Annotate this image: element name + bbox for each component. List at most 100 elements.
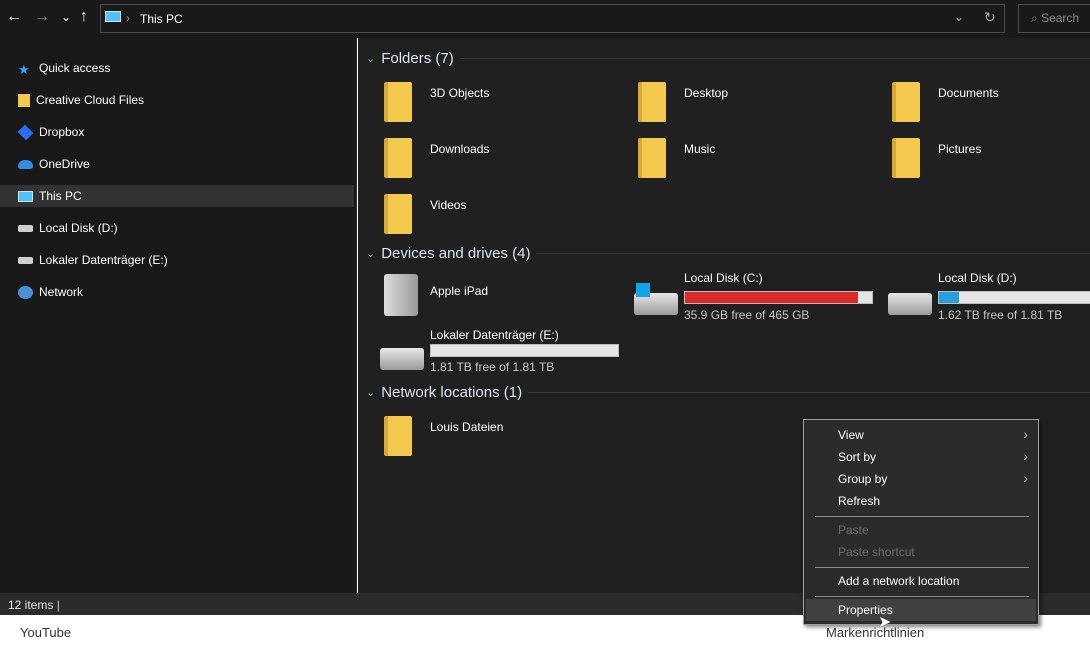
search-placeholder: Search [1041, 11, 1080, 25]
chevron-right-icon: › [1023, 448, 1028, 464]
drive-free-space: 1.81 TB free of 1.81 TB [430, 360, 555, 374]
folder-videos[interactable]: Videos [384, 190, 624, 240]
up-button[interactable]: ↑ [80, 8, 88, 26]
group-title: Folders (7) [381, 50, 454, 67]
menu-separator [815, 567, 1029, 568]
sidebar-item-label: Network [39, 285, 84, 299]
dropbox-icon [17, 124, 34, 140]
sidebar-item-label: Quick access [39, 61, 111, 75]
drive-usage-bar [430, 344, 619, 357]
forward-button[interactable]: → [34, 8, 50, 26]
breadcrumb-this-pc[interactable]: This PC [140, 12, 183, 26]
item-label: Videos [430, 198, 467, 212]
menu-separator [815, 516, 1029, 517]
item-label: Louis Dateien [430, 420, 504, 434]
folder-desktop[interactable]: Desktop [638, 78, 878, 128]
item-label: Downloads [430, 142, 490, 156]
address-bar[interactable]: › This PC ⌄ ↻ [100, 4, 1005, 33]
menu-label: Add a network location [838, 574, 960, 588]
menu-item-group-by[interactable]: Group by › [806, 468, 1036, 490]
address-dropdown-button[interactable]: ⌄ [954, 10, 964, 24]
sidebar-item-creative-cloud[interactable]: Creative Cloud Files [0, 89, 354, 111]
drive-usage-fill [939, 292, 959, 303]
folder-icon [384, 416, 412, 456]
youtube-link[interactable]: YouTube [20, 625, 71, 640]
drive-d[interactable]: Local Disk (D:) 1.62 TB free of 1.81 TB [888, 271, 1090, 322]
item-label: Local Disk (C:) [684, 271, 763, 285]
drive-icon [18, 256, 33, 264]
menu-item-refresh[interactable]: Refresh [806, 490, 1036, 512]
folder-icon [384, 82, 412, 122]
menu-item-paste-shortcut: Paste shortcut [806, 541, 1036, 563]
group-header-folders[interactable]: ⌄ Folders (7) [366, 50, 1090, 67]
menu-label: Refresh [838, 494, 881, 508]
menu-label: Sort by [838, 450, 877, 464]
markenrichtlinien-link[interactable]: Markenrichtlinien [826, 625, 924, 640]
menu-label: Paste shortcut [838, 545, 915, 559]
device-apple-ipad[interactable]: Apple iPad [384, 272, 624, 322]
menu-label: Paste [838, 523, 869, 537]
folder-icon [892, 82, 920, 122]
item-label: Music [684, 142, 716, 156]
menu-item-sort-by[interactable]: Sort by › [806, 446, 1036, 468]
item-label: Desktop [684, 86, 729, 100]
sidebar-item-label: Dropbox [39, 125, 85, 139]
group-title: Network locations (1) [381, 384, 523, 401]
network-location-louis-dateien[interactable]: Louis Dateien [384, 412, 624, 462]
folder-3d-objects[interactable]: 3D Objects [384, 78, 624, 128]
item-label: Apple iPad [430, 284, 489, 298]
sidebar-item-this-pc[interactable]: This PC [0, 185, 354, 207]
sidebar-item-local-disk-d[interactable]: Local Disk (D:) [0, 217, 354, 239]
menu-label: View [838, 428, 864, 442]
mouse-cursor-icon: ➤ [878, 614, 892, 631]
drive-e[interactable]: Lokaler Datenträger (E:) 1.81 TB free of … [380, 326, 620, 376]
folder-documents[interactable]: Documents [892, 78, 1090, 128]
sidebar-item-network[interactable]: Network [0, 281, 354, 303]
group-title: Devices and drives (4) [381, 245, 531, 262]
drive-icon [888, 293, 932, 315]
folder-downloads[interactable]: Downloads [384, 134, 624, 184]
search-input[interactable]: ⌕ Search [1018, 4, 1090, 33]
sidebar-item-lokaler-datentraeger-e[interactable]: Lokaler Datenträger (E:) [0, 249, 354, 271]
menu-label: Group by [838, 472, 888, 486]
network-icon [18, 285, 33, 299]
star-icon: ★ [18, 61, 30, 77]
menu-item-properties[interactable]: Properties [806, 599, 1036, 621]
menu-separator [815, 596, 1029, 597]
drive-icon [380, 348, 424, 370]
group-header-devices[interactable]: ⌄ Devices and drives (4) [366, 245, 1090, 262]
windows-logo-icon [636, 283, 650, 297]
chevron-right-icon: › [1023, 426, 1028, 442]
folder-pictures[interactable]: Pictures [892, 134, 1090, 184]
sidebar-item-onedrive[interactable]: OneDrive [0, 153, 354, 175]
toolbar: ← → ⌄ ↑ › This PC ⌄ ↻ ⌕ Search [0, 0, 1090, 38]
item-label: Lokaler Datenträger (E:) [430, 328, 559, 342]
drive-c[interactable]: Local Disk (C:) 35.9 GB free of 465 GB [634, 271, 874, 322]
item-label: Pictures [938, 142, 982, 156]
folder-icon [892, 138, 920, 178]
drive-icon [18, 224, 33, 232]
drive-usage-bar [938, 291, 1090, 304]
sidebar-item-label: OneDrive [39, 157, 90, 171]
breadcrumb-separator: › [126, 11, 130, 25]
folder-icon [638, 82, 666, 122]
group-header-network[interactable]: ⌄ Network locations (1) [366, 384, 1090, 401]
back-button[interactable]: ← [6, 8, 22, 26]
navigation-pane: ★ Quick access Creative Cloud Files Dropb… [0, 38, 357, 593]
item-label: Local Disk (D:) [938, 271, 1017, 285]
sidebar-item-dropbox[interactable]: Dropbox [0, 121, 354, 143]
folder-music[interactable]: Music [638, 134, 878, 184]
creative-cloud-icon [18, 93, 30, 107]
sidebar-item-quick-access[interactable]: ★ Quick access [0, 57, 354, 79]
folder-icon [384, 194, 412, 234]
recent-locations-button[interactable]: ⌄ [61, 10, 71, 24]
chevron-right-icon: › [1023, 470, 1028, 486]
refresh-button[interactable]: ↻ [984, 9, 996, 26]
item-label: 3D Objects [430, 86, 490, 100]
sidebar-item-label: This PC [39, 189, 82, 203]
drive-free-space: 1.62 TB free of 1.81 TB [938, 308, 1063, 322]
folder-icon [638, 138, 666, 178]
menu-item-view[interactable]: View › [806, 424, 1036, 446]
menu-item-add-network-location[interactable]: Add a network location [806, 570, 1036, 592]
drive-usage-fill [685, 292, 858, 303]
